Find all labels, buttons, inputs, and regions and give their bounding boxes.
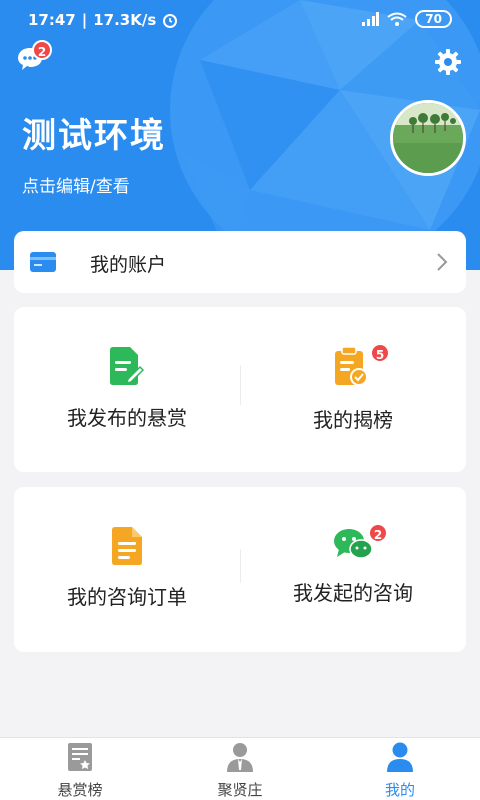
battery-indicator: 70 — [415, 10, 452, 28]
my-consultation-orders[interactable]: 我的咨询订单 — [14, 487, 240, 652]
tab-rewards[interactable]: 悬赏榜 — [0, 738, 160, 800]
user-icon — [387, 742, 413, 772]
person-suit-icon — [227, 743, 253, 772]
tab-mine-label: 我的 — [384, 781, 415, 799]
reward-list-icon — [68, 743, 92, 771]
credit-card-icon — [30, 252, 56, 272]
status-bar: 17:47 | 17.3K/s 70 — [0, 0, 480, 40]
profile-header: 17:47 | 17.3K/s 70 2 测试环境 点击编辑/查看 — [0, 0, 480, 270]
my-initiated-consultations[interactable]: 2 我发起的咨询 — [240, 487, 466, 652]
tab-mine[interactable]: 我的 — [320, 738, 480, 800]
tab-talent-hall-label: 聚贤庄 — [217, 781, 263, 799]
rewards-card: 我发布的悬赏 5 我的揭榜 — [14, 307, 466, 472]
edit-profile-link[interactable]: 点击编辑/查看 — [22, 172, 130, 197]
consultation-count-badge: 2 — [368, 523, 388, 543]
consultation-card: 我的咨询订单 2 我发起的咨询 — [14, 487, 466, 652]
my-claimed-tasks-label: 我的揭榜 — [313, 408, 393, 432]
my-posted-rewards-label: 我发布的悬赏 — [67, 406, 187, 430]
my-consultation-orders-label: 我的咨询订单 — [67, 585, 187, 609]
gear-icon — [435, 49, 461, 75]
my-account-row[interactable]: 我的账户 — [14, 231, 466, 293]
avatar[interactable] — [390, 100, 466, 176]
alarm-icon — [163, 14, 178, 28]
status-time: 17:47 — [28, 11, 76, 29]
wechat-chat-icon — [334, 529, 373, 559]
messages-button[interactable]: 2 — [16, 40, 52, 76]
my-account-label: 我的账户 — [90, 254, 167, 276]
my-initiated-consultations-label: 我发起的咨询 — [293, 581, 413, 605]
tab-rewards-label: 悬赏榜 — [57, 781, 103, 799]
clipboard-check-icon — [335, 346, 368, 386]
wifi-icon — [387, 12, 407, 26]
bottom-tab-bar: 悬赏榜 聚贤庄 我的 — [0, 737, 480, 800]
my-claimed-tasks[interactable]: 5 我的揭榜 — [240, 307, 466, 472]
my-posted-rewards[interactable]: 我发布的悬赏 — [14, 307, 240, 472]
settings-button[interactable] — [434, 48, 462, 76]
order-document-icon — [112, 527, 142, 565]
edit-document-icon — [110, 347, 144, 385]
profile-name[interactable]: 测试环境 — [22, 108, 166, 157]
claimed-count-badge: 5 — [370, 343, 390, 363]
chevron-right-icon — [437, 253, 448, 271]
tab-talent-hall[interactable]: 聚贤庄 — [160, 738, 320, 800]
signal-icon — [362, 12, 380, 26]
status-network-speed: 17.3K/s — [93, 11, 157, 29]
message-count-badge: 2 — [32, 40, 52, 60]
avatar-image — [393, 103, 463, 173]
